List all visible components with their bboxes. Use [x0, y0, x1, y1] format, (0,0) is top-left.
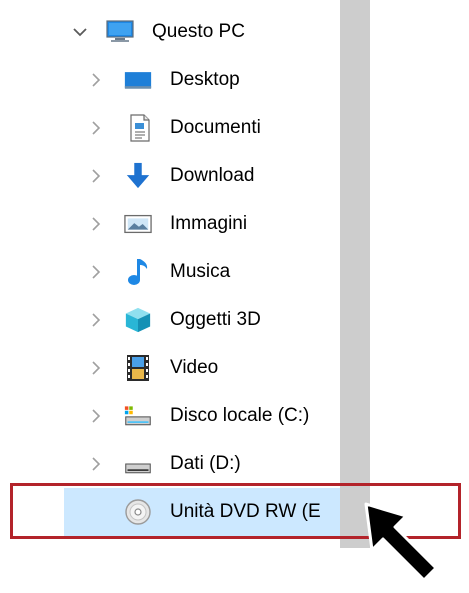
- tree-item-musica[interactable]: Musica: [0, 248, 340, 296]
- tree-item-immagini[interactable]: Immagini: [0, 200, 340, 248]
- tree-item-label: Download: [170, 165, 255, 186]
- download-arrow-icon: [124, 162, 152, 190]
- tree-item-desktop[interactable]: Desktop: [0, 56, 340, 104]
- desktop-folder-icon: [124, 66, 152, 94]
- chevron-right-icon[interactable]: [88, 168, 104, 184]
- chevron-right-icon[interactable]: [88, 72, 104, 88]
- tree-item-label: Video: [170, 357, 219, 378]
- documents-folder-icon: [126, 114, 154, 142]
- tree-item-download[interactable]: Download: [0, 152, 340, 200]
- tree-item-label: Questo PC: [152, 21, 245, 42]
- vertical-scrollbar[interactable]: [340, 0, 370, 548]
- system-drive-icon: [124, 402, 152, 430]
- chevron-right-icon[interactable]: [88, 456, 104, 472]
- pictures-folder-icon: [124, 210, 152, 238]
- tree-item-label: Desktop: [170, 69, 240, 90]
- tree-item-questo-pc[interactable]: Questo PC: [0, 8, 340, 56]
- chevron-right-icon[interactable]: [88, 312, 104, 328]
- arrow-pointer-icon: [364, 502, 438, 582]
- 3d-objects-icon: [124, 306, 152, 334]
- music-note-icon: [124, 258, 152, 286]
- file-explorer-navigation-screenshot: Questo PC Desktop Documenti Download Imm…: [0, 0, 469, 593]
- chevron-right-icon[interactable]: [88, 216, 104, 232]
- tree-item-label: Documenti: [170, 117, 261, 138]
- chevron-right-icon[interactable]: [88, 408, 104, 424]
- hard-drive-icon: [124, 450, 152, 478]
- tree-item-label: Oggetti 3D: [170, 309, 261, 330]
- chevron-right-icon[interactable]: [88, 120, 104, 136]
- tree-item-label: Immagini: [170, 213, 248, 234]
- tree-item-documenti[interactable]: Documenti: [0, 104, 340, 152]
- computer-icon: [106, 18, 134, 46]
- tree-item-oggetti-3d[interactable]: Oggetti 3D: [0, 296, 340, 344]
- tree-item-video[interactable]: Video: [0, 344, 340, 392]
- chevron-right-icon[interactable]: [88, 264, 104, 280]
- tree-item-label: Musica: [170, 261, 231, 282]
- chevron-right-icon[interactable]: [88, 360, 104, 376]
- video-film-icon: [124, 354, 152, 382]
- chevron-down-icon[interactable]: [72, 24, 88, 40]
- tree-item-disco-locale-c[interactable]: Disco locale (C:): [0, 392, 340, 440]
- tree-item-label: Disco locale (C:): [170, 405, 310, 426]
- tree-item-dati-d[interactable]: Dati (D:): [0, 440, 340, 488]
- tree-item-label: Dati (D:): [170, 453, 241, 474]
